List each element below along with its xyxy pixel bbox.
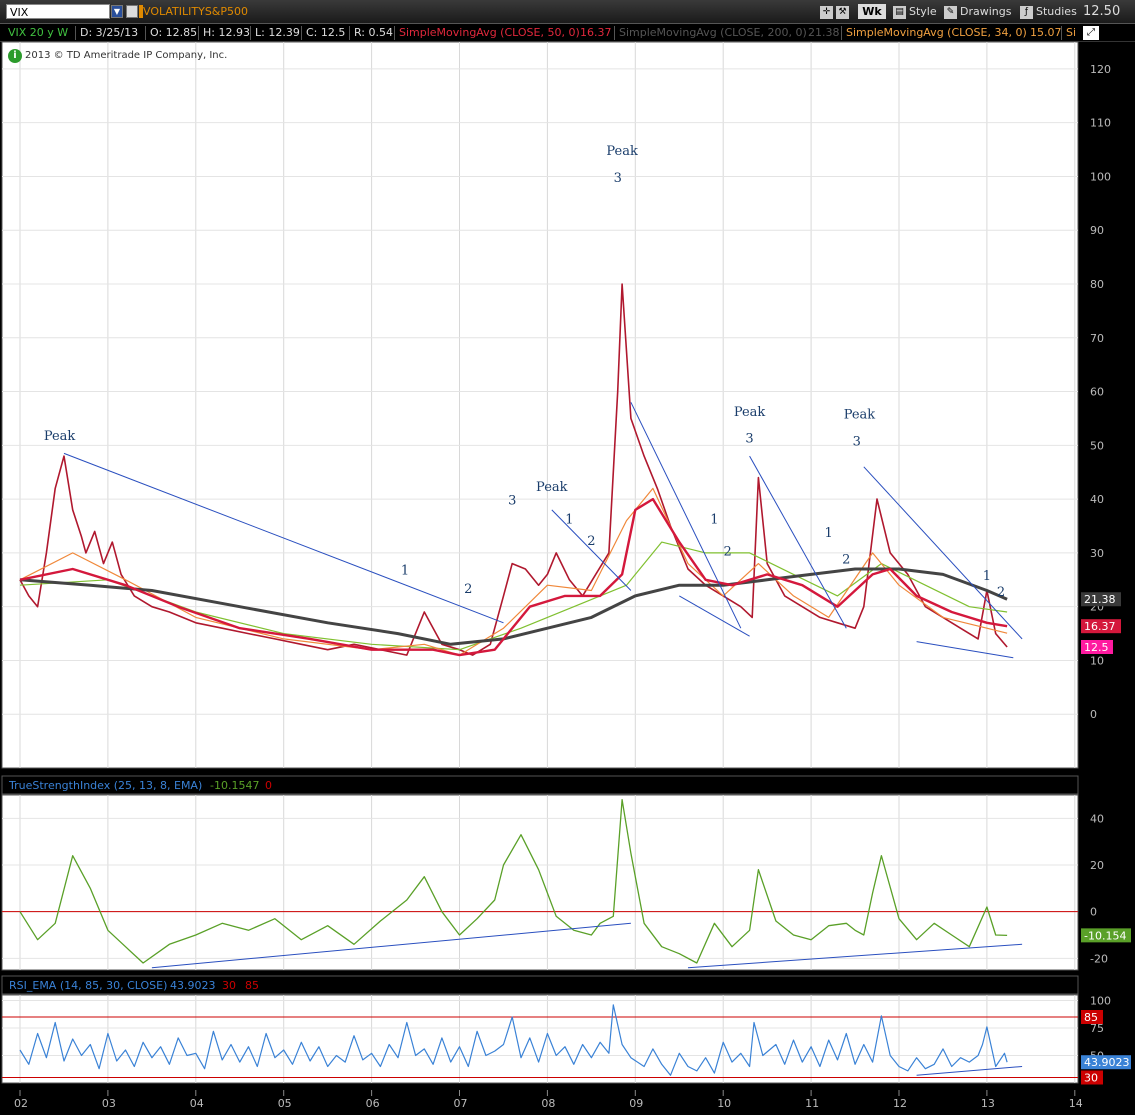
- annotation-label: 1: [401, 563, 409, 578]
- y-tick-label: 0: [1090, 906, 1097, 919]
- y-tick-label: 0: [1090, 708, 1097, 721]
- rsi-panel[interactable]: RSI_EMA (14, 85, 30, CLOSE)43.9023308550…: [1, 975, 1131, 1085]
- y-tick-label: -20: [1090, 952, 1108, 965]
- time-axis[interactable]: 02 03 04 05 06 07 08 09 10 11 12 13 14: [0, 1090, 1135, 1115]
- x-tick-label: 11: [805, 1097, 819, 1110]
- annotation-label: 2: [464, 582, 472, 597]
- tsi-zero-value: 0: [265, 779, 272, 792]
- sma200-price-tag: 21.38: [1084, 593, 1116, 606]
- close-price-tag: 12.5: [1084, 641, 1109, 654]
- rsi-85-tag: 85: [1084, 1011, 1098, 1024]
- y-tick-label: 100: [1090, 995, 1111, 1008]
- y-tick-label: 100: [1090, 170, 1111, 183]
- annotation-label: Peak: [734, 405, 766, 420]
- panel-background: [1, 41, 1079, 769]
- annotation-label: Peak: [536, 480, 568, 495]
- annotation-label: 3: [853, 434, 861, 449]
- sma50-price-tag: 16.37: [1084, 620, 1116, 633]
- panel-background: [1, 794, 1079, 971]
- annotation-label: 1: [825, 526, 833, 541]
- annotation-label: Peak: [44, 429, 76, 444]
- x-tick-label: 12: [893, 1097, 907, 1110]
- x-tick-label: 08: [541, 1097, 555, 1110]
- price-panel[interactable]: 0102030405060708090100110120Peak123Peak1…: [1, 41, 1121, 769]
- annotation-label: 3: [745, 432, 753, 447]
- rsi-value: 43.9023: [170, 979, 216, 992]
- rsi-30-tag: 30: [1084, 1072, 1098, 1085]
- y-tick-label: 110: [1090, 117, 1111, 130]
- rsi-title: RSI_EMA (14, 85, 30, CLOSE): [9, 979, 167, 992]
- annotation-label: Peak: [606, 144, 638, 159]
- y-tick-label: 50: [1090, 439, 1104, 452]
- rsi-price-tag: 43.9023: [1084, 1056, 1130, 1069]
- x-tick-label: 04: [190, 1097, 204, 1110]
- annotation-label: 1: [983, 569, 991, 584]
- panel-background: [1, 994, 1079, 1084]
- y-tick-label: 40: [1090, 493, 1104, 506]
- tsi-value: -10.1547: [210, 779, 259, 792]
- x-tick-label: 06: [366, 1097, 380, 1110]
- copyright-text: 2013 © TD Ameritrade IP Company, Inc.: [25, 50, 228, 61]
- x-tick-label: 03: [102, 1097, 116, 1110]
- annotation-label: 2: [997, 585, 1005, 600]
- y-tick-label: 90: [1090, 224, 1104, 237]
- annotation-label: 2: [587, 534, 595, 549]
- rsi-oversold-value: 30: [222, 979, 236, 992]
- y-tick-label: 80: [1090, 278, 1104, 291]
- annotation-label: 3: [508, 493, 516, 508]
- tsi-price-tag: -10.154: [1084, 929, 1126, 942]
- tsi-title: TrueStrengthIndex (25, 13, 8, EMA): [8, 779, 202, 792]
- x-tick-label: 02: [14, 1097, 28, 1110]
- y-tick-label: 30: [1090, 547, 1104, 560]
- y-tick-label: 120: [1090, 63, 1111, 76]
- x-tick-label: 05: [278, 1097, 292, 1110]
- annotation-label: 2: [842, 553, 850, 568]
- rsi-overbought-value: 85: [245, 979, 259, 992]
- tsi-panel[interactable]: TrueStrengthIndex (25, 13, 8, EMA) -10.15…: [1, 775, 1131, 971]
- annotation-label: Peak: [844, 407, 876, 422]
- time-axis-bg: [0, 1090, 1135, 1115]
- y-tick-label: 60: [1090, 386, 1104, 399]
- y-tick-label: 70: [1090, 332, 1104, 345]
- x-tick-label: 13: [981, 1097, 995, 1110]
- y-tick-label: 40: [1090, 812, 1104, 825]
- x-tick-label: 14: [1069, 1097, 1083, 1110]
- copyright-notice: i 2013 © TD Ameritrade IP Company, Inc.: [8, 49, 227, 63]
- annotation-label: 1: [565, 512, 573, 527]
- annotation-label: 1: [710, 512, 718, 527]
- chart-canvas[interactable]: 0102030405060708090100110120Peak123Peak1…: [0, 0, 1135, 1115]
- annotation-label: 3: [614, 171, 622, 186]
- x-tick-label: 10: [717, 1097, 731, 1110]
- annotation-label: 2: [723, 545, 731, 560]
- y-tick-label: 20: [1090, 859, 1104, 872]
- x-tick-label: 09: [629, 1097, 643, 1110]
- y-tick-label: 10: [1090, 654, 1104, 667]
- info-icon[interactable]: i: [8, 49, 22, 63]
- x-tick-label: 07: [454, 1097, 468, 1110]
